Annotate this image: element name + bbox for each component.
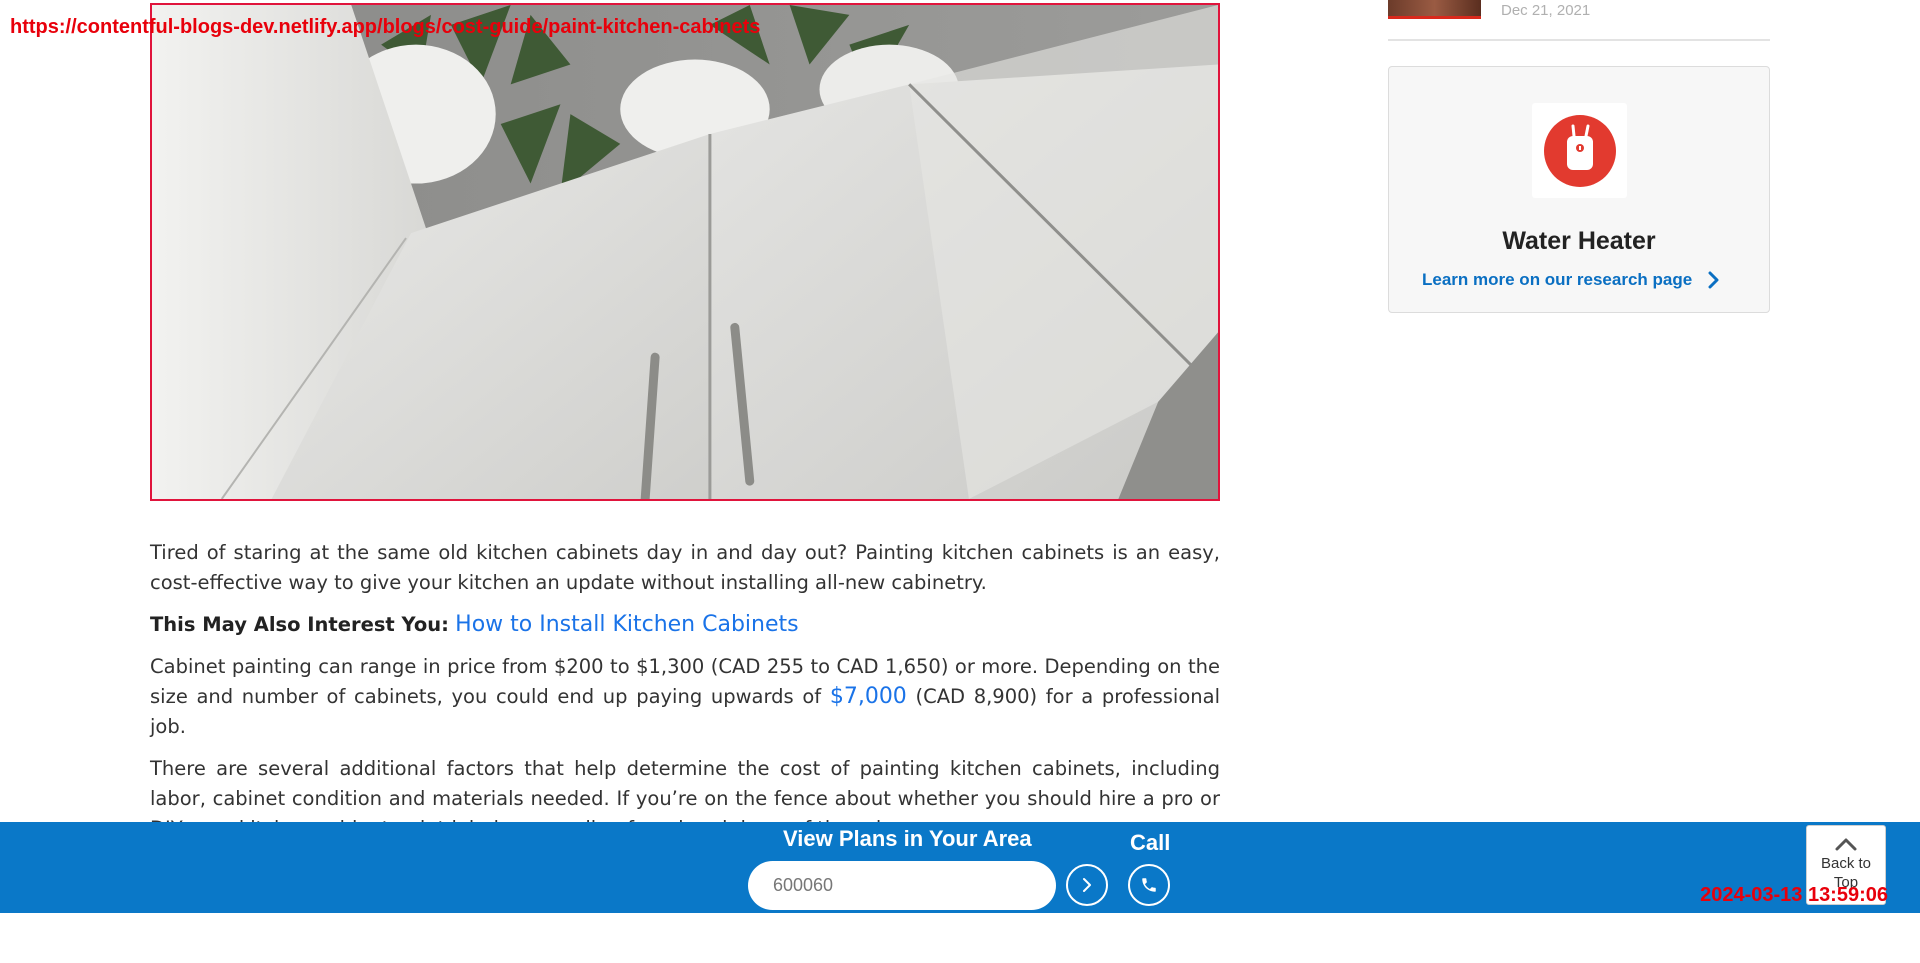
- research-card-title: Water Heater: [1502, 227, 1656, 255]
- timestamp-overlay: 2024-03-13 13:59:06: [1700, 884, 1888, 906]
- water-heater-icon: [1543, 114, 1616, 187]
- kitchen-cabinets-photo: [152, 5, 1218, 499]
- view-plans-title: View Plans in Your Area: [783, 826, 1032, 851]
- research-page-link[interactable]: Learn more on our research page: [1422, 270, 1720, 290]
- water-heater-icon-box: [1532, 103, 1627, 198]
- article-body: Tired of staring at the same old kitchen…: [150, 538, 1220, 856]
- call-label: Call: [1130, 830, 1171, 855]
- zip-code-input[interactable]: [748, 861, 1056, 910]
- article-cost-paragraph: Cabinet painting can range in price from…: [150, 652, 1220, 742]
- research-card: Water Heater Learn more on our research …: [1388, 66, 1770, 313]
- recent-post-thumbnail[interactable]: [1388, 0, 1481, 19]
- interest-line: This May Also Interest You: How to Insta…: [150, 610, 1220, 640]
- chevron-right-icon: [1708, 271, 1719, 289]
- hero-image: [150, 3, 1220, 501]
- chevron-right-icon: [1083, 878, 1091, 892]
- recent-post-date: Dec 21, 2021: [1501, 2, 1591, 19]
- research-link-label: Learn more on our research page: [1422, 270, 1693, 289]
- call-button[interactable]: [1128, 864, 1170, 906]
- sidebar-divider: [1388, 39, 1770, 41]
- url-overlay: https://contentful-blogs-dev.netlify.app…: [10, 16, 761, 38]
- install-cabinets-link[interactable]: How to Install Kitchen Cabinets: [455, 612, 798, 637]
- zip-submit-button[interactable]: [1066, 864, 1108, 906]
- interest-label: This May Also Interest You:: [150, 613, 449, 636]
- chevron-up-icon: [1835, 838, 1857, 851]
- article-intro: Tired of staring at the same old kitchen…: [150, 541, 1220, 594]
- view-plans-bar: View Plans in Your Area Call: [0, 822, 1920, 913]
- phone-icon: [1142, 878, 1156, 892]
- cost-link[interactable]: $7,000: [830, 684, 907, 709]
